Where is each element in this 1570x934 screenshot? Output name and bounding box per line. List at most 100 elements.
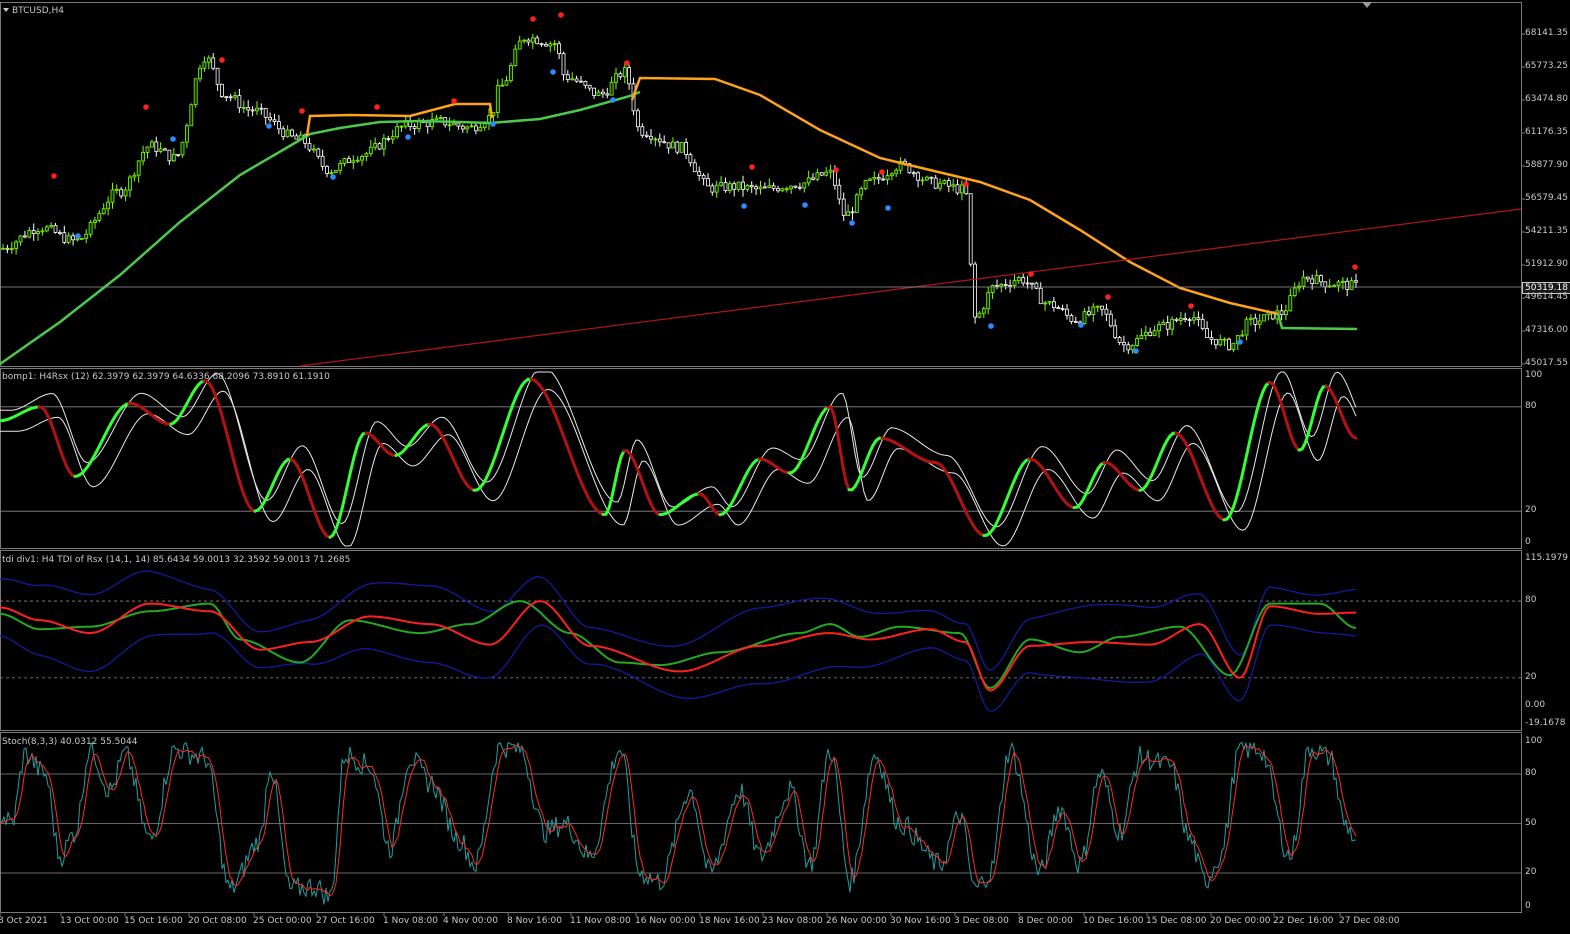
candle-body bbox=[763, 186, 767, 189]
candle-body bbox=[381, 137, 386, 150]
candle-body bbox=[933, 177, 938, 189]
fractal-up-dot bbox=[374, 104, 380, 110]
rsx-line-segment bbox=[1246, 433, 1253, 451]
candle-body bbox=[583, 81, 588, 86]
candle-body bbox=[58, 232, 62, 235]
candle-body bbox=[938, 182, 942, 189]
candle-body bbox=[999, 283, 1004, 287]
candle-body bbox=[36, 231, 40, 235]
candle-body bbox=[141, 151, 146, 162]
candle-body bbox=[968, 193, 973, 265]
candle-body bbox=[776, 187, 780, 192]
candle-body bbox=[960, 184, 964, 194]
symbol-menu-arrow-icon[interactable] bbox=[3, 8, 9, 12]
candle-body bbox=[202, 61, 207, 69]
candle-body bbox=[338, 163, 343, 171]
candle-body bbox=[342, 158, 347, 164]
fractal-down-dot bbox=[885, 205, 891, 211]
candle-body bbox=[539, 43, 544, 46]
candle-body bbox=[736, 181, 741, 190]
candle-body bbox=[176, 153, 181, 156]
candle-body bbox=[1143, 331, 1148, 336]
candle-body bbox=[1052, 301, 1056, 309]
time-axis-tick: 26 Nov 00:00 bbox=[826, 916, 887, 926]
candle-body bbox=[701, 174, 706, 179]
candle-body bbox=[530, 37, 535, 43]
stoch-axis-tick: 20 bbox=[1525, 867, 1537, 877]
candle-body bbox=[798, 186, 802, 189]
candle-body bbox=[732, 183, 737, 190]
chart-shift-marker-icon[interactable] bbox=[1362, 2, 1372, 8]
candle-body bbox=[53, 225, 58, 233]
candle-body bbox=[9, 248, 14, 251]
candle-body bbox=[1301, 276, 1306, 287]
fractal-up-dot bbox=[963, 181, 969, 187]
rsx-line-segment bbox=[229, 448, 236, 463]
candle-body bbox=[657, 138, 662, 143]
candle-body bbox=[355, 159, 360, 162]
candle-body bbox=[508, 65, 513, 82]
candle-body bbox=[1100, 305, 1104, 310]
candle-body bbox=[1262, 314, 1266, 322]
candle-body bbox=[106, 201, 110, 210]
candle-body bbox=[1292, 287, 1297, 296]
candle-body bbox=[128, 176, 132, 191]
rsx-line-segment bbox=[1252, 408, 1259, 424]
candle-body bbox=[793, 185, 798, 188]
price-axis-tick: 58877.90 bbox=[1525, 160, 1568, 170]
candle-body bbox=[627, 67, 631, 85]
candle-body bbox=[259, 107, 264, 110]
fractal-down-dot bbox=[75, 233, 81, 239]
price-axis-tick: 49614.45 bbox=[1525, 292, 1568, 302]
candle-body bbox=[1073, 320, 1078, 323]
candle-body bbox=[1332, 285, 1336, 288]
fractal-up-dot bbox=[833, 167, 839, 173]
rsx-axis-tick: 20 bbox=[1525, 505, 1537, 516]
candle-body bbox=[1249, 317, 1253, 320]
candle-body bbox=[307, 142, 312, 151]
fractal-up-dot bbox=[451, 98, 457, 104]
candle-body bbox=[981, 308, 986, 314]
rsx-line-segment bbox=[832, 414, 839, 432]
candle-body bbox=[268, 117, 273, 121]
candle-body bbox=[263, 108, 268, 118]
candle-body bbox=[438, 117, 443, 119]
price-axis-tick: 68141.35 bbox=[1525, 28, 1568, 38]
candle-body bbox=[290, 129, 294, 137]
candle-body bbox=[653, 138, 658, 141]
candle-body bbox=[828, 169, 833, 173]
candle-body bbox=[714, 184, 719, 193]
rsx-line-segment bbox=[1249, 420, 1256, 437]
candle-body bbox=[97, 213, 102, 221]
chart-canvas[interactable] bbox=[0, 0, 1570, 934]
candle-body bbox=[973, 263, 977, 318]
candle-body bbox=[1231, 342, 1236, 350]
stoch-axis-tick: 50 bbox=[1525, 817, 1537, 828]
candle-body bbox=[710, 185, 715, 193]
rsx-line-segment bbox=[1282, 411, 1289, 425]
candle-body bbox=[1056, 307, 1061, 310]
rsx-axis-tick: 0 bbox=[1525, 537, 1531, 547]
candle-body bbox=[1214, 339, 1218, 346]
candle-body bbox=[154, 141, 159, 152]
fractal-up-dot bbox=[219, 57, 225, 63]
candle-body bbox=[570, 78, 575, 81]
rsx-axis-tick: 100 bbox=[1525, 370, 1543, 380]
fractal-down-dot bbox=[1237, 339, 1243, 345]
candle-body bbox=[1319, 275, 1323, 283]
candle-body bbox=[18, 235, 23, 243]
candle-body bbox=[473, 125, 478, 132]
candle-body bbox=[1130, 345, 1135, 351]
candle-body bbox=[1205, 328, 1209, 339]
candle-body bbox=[211, 57, 216, 69]
fractal-down-dot bbox=[802, 202, 808, 208]
candle-body bbox=[767, 185, 772, 188]
candle-body bbox=[215, 67, 220, 85]
candle-body bbox=[145, 146, 150, 153]
candle-body bbox=[758, 186, 763, 190]
candle-body bbox=[995, 285, 999, 287]
fractal-up-dot bbox=[624, 60, 630, 66]
candle-body bbox=[22, 235, 27, 238]
candle-body bbox=[311, 148, 316, 151]
fractal-down-dot bbox=[610, 97, 616, 103]
